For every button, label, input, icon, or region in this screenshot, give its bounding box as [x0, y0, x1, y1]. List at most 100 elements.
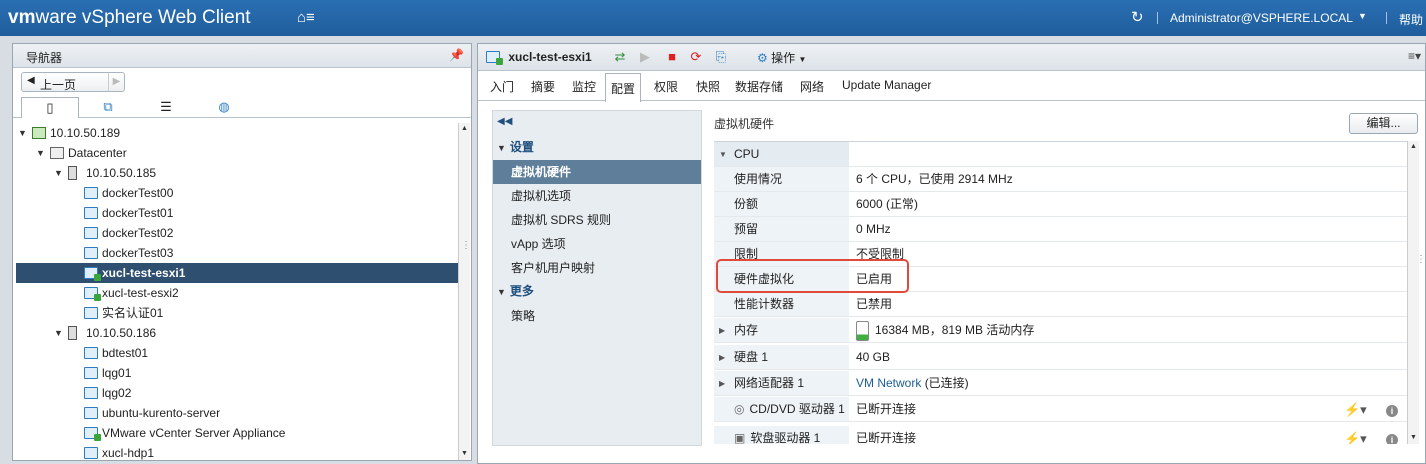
collapse-arrow-icon[interactable]: ▼	[719, 142, 727, 167]
console-icon[interactable]: ⎘	[712, 48, 730, 65]
tree-item-label: lqg02	[102, 386, 132, 400]
tree-item[interactable]: lqg02	[16, 383, 458, 403]
hardware-row[interactable]: ▣ 软盘驱动器 1 已断开连接 ⚡▾ i	[714, 426, 1407, 444]
tree-item[interactable]: dockerTest02	[16, 223, 458, 243]
tree-item[interactable]: xucl-test-esxi1	[16, 263, 458, 283]
tab-item[interactable]: Update Manager	[842, 78, 931, 92]
hardware-row[interactable]: ▶ 内存 16384 MB，819 MB 活动内存	[714, 318, 1407, 343]
pin-icon[interactable]: 📌	[449, 48, 464, 62]
tab-item[interactable]: 监控	[572, 78, 596, 95]
tree-item-label: 实名认证01	[102, 306, 164, 320]
vm-icon	[84, 407, 98, 419]
hardware-row[interactable]: 性能计数器 已禁用	[714, 292, 1407, 317]
tree-item[interactable]: dockerTest03	[16, 243, 458, 263]
side-group-settings[interactable]: ▼ 设置	[497, 138, 534, 155]
power-on-icon[interactable]: ▶	[636, 48, 654, 65]
hardware-row[interactable]: ◎ CD/DVD 驱动器 1 已断开连接 ⚡▾ i	[714, 397, 1407, 422]
forward-button[interactable]: ▶	[108, 73, 124, 91]
connect-plug-icon[interactable]: ⚡▾	[1344, 426, 1367, 444]
tab-item[interactable]: 配置	[605, 73, 642, 102]
side-nav-item[interactable]: 虚拟机 SDRS 规则	[511, 208, 702, 232]
hardware-row-name: 预留	[734, 222, 759, 236]
hardware-row[interactable]: ▶ 网络适配器 1 VM Network (已连接)	[714, 371, 1407, 396]
tree-item[interactable]: 实名认证01	[16, 303, 458, 323]
hardware-row[interactable]: 使用情况 6 个 CPU，已使用 2914 MHz	[714, 167, 1407, 192]
navigator-scrollbar[interactable]: ▲ ▼	[458, 123, 470, 460]
splitter-grip[interactable]: ⋮	[461, 240, 471, 251]
edit-button[interactable]: 编辑...	[1349, 113, 1418, 134]
user-menu[interactable]: Administrator@VSPHERE.LOCAL	[1170, 11, 1353, 25]
tree-item[interactable]: dockerTest00	[16, 183, 458, 203]
reset-icon[interactable]: ⟳	[687, 48, 705, 65]
expand-arrow-icon[interactable]: ▶	[719, 318, 725, 343]
grid-scrollbar[interactable]: ▲ ▼	[1407, 141, 1419, 444]
actions-menu[interactable]: ⚙ 操作 ▼	[757, 49, 806, 66]
collapse-icon[interactable]: ◀◀	[497, 116, 512, 127]
tab-storage[interactable]: ☰	[137, 97, 195, 118]
tab-vms-templates[interactable]: ⧉	[79, 97, 137, 118]
tree-item[interactable]: ▼ 10.10.50.186	[16, 323, 458, 343]
scroll-down-button[interactable]: ▼	[459, 448, 470, 460]
back-button[interactable]: ◀ 上一页 ▶	[21, 72, 125, 92]
hardware-row[interactable]: 份额 6000 (正常)	[714, 192, 1407, 217]
expand-arrow-icon[interactable]: ▼	[54, 163, 63, 183]
tree-item[interactable]: ▼ 10.10.50.185	[16, 163, 458, 183]
tree-item[interactable]: bdtest01	[16, 343, 458, 363]
panel-menu-icon[interactable]: ≡▾	[1408, 49, 1421, 63]
refresh-icon[interactable]: ↻	[1131, 8, 1144, 26]
memory-usage-icon	[856, 320, 869, 341]
side-nav-item[interactable]: 策略	[511, 304, 702, 328]
chevron-down-icon[interactable]: ▼	[1358, 11, 1367, 21]
hardware-row[interactable]: ▼ CPU	[714, 142, 1407, 167]
expand-arrow-icon[interactable]: ▼	[18, 123, 27, 143]
tab-item[interactable]: 入门	[490, 78, 514, 95]
tree-item[interactable]: xucl-test-esxi2	[16, 283, 458, 303]
tab-item[interactable]: 网络	[800, 78, 824, 95]
expand-arrow-icon[interactable]: ▼	[54, 323, 63, 343]
tab-item[interactable]: 权限	[654, 78, 678, 95]
scroll-down-button[interactable]: ▼	[1408, 432, 1419, 444]
tree-item[interactable]: ▼ Datacenter	[16, 143, 458, 163]
tab-networking[interactable]: ◍	[195, 97, 253, 118]
tree-item[interactable]: ubuntu-kurento-server	[16, 403, 458, 423]
help-menu[interactable]: 帮助	[1399, 11, 1423, 28]
tab-item[interactable]: 摘要	[531, 78, 555, 95]
expand-arrow-icon[interactable]: ▼	[36, 143, 45, 163]
scroll-up-button[interactable]: ▲	[459, 123, 470, 135]
side-nav-item[interactable]: 虚拟机硬件	[493, 160, 701, 184]
hardware-row[interactable]: ▶ 硬盘 1 40 GB	[714, 345, 1407, 370]
info-icon[interactable]: i	[1386, 397, 1398, 422]
tree-item[interactable]: lqg01	[16, 363, 458, 383]
tree-item-label: dockerTest03	[102, 246, 174, 260]
side-nav-item[interactable]: 虚拟机选项	[511, 184, 702, 208]
hardware-row[interactable]: 预留 0 MHz	[714, 217, 1407, 242]
connect-plug-icon[interactable]: ⚡▾	[1344, 397, 1367, 422]
side-nav-item[interactable]: 客户机用户映射	[511, 256, 702, 280]
vm-icon	[486, 51, 503, 65]
side-group-more[interactable]: ▼ 更多	[497, 282, 534, 299]
splitter-grip[interactable]: ⋮	[1416, 254, 1426, 265]
home-icon[interactable]: ⌂≡	[297, 9, 315, 26]
vm-icon	[84, 427, 101, 441]
vm-icon	[84, 267, 101, 281]
scroll-up-button[interactable]: ▲	[1408, 141, 1419, 153]
navigator-header: 导航器 📌	[13, 44, 471, 68]
info-icon[interactable]: i	[1386, 426, 1398, 444]
expand-arrow-icon[interactable]: ▶	[719, 371, 725, 396]
host-tree-icon: ▯	[46, 100, 54, 115]
side-nav-item[interactable]: vApp 选项	[511, 232, 702, 256]
power-off-icon[interactable]: ■	[663, 48, 681, 65]
tree-item[interactable]: ▼ 10.10.50.189	[16, 123, 458, 143]
expand-arrow-icon[interactable]: ▶	[719, 345, 725, 370]
tree-item[interactable]: dockerTest01	[16, 203, 458, 223]
migrate-icon[interactable]: ⇄	[611, 48, 629, 65]
hardware-row-value: 已禁用	[856, 297, 893, 311]
tab-item[interactable]: 快照	[696, 78, 720, 95]
host-icon	[68, 166, 77, 180]
tree-item[interactable]: xucl-hdp1	[16, 443, 458, 460]
tab-item[interactable]: 数据存储	[735, 78, 783, 95]
tab-hosts-clusters[interactable]: ▯	[21, 97, 79, 118]
tree-item-label: dockerTest01	[102, 206, 174, 220]
tree-item[interactable]: VMware vCenter Server Appliance	[16, 423, 458, 443]
network-link[interactable]: VM Network	[856, 376, 921, 390]
